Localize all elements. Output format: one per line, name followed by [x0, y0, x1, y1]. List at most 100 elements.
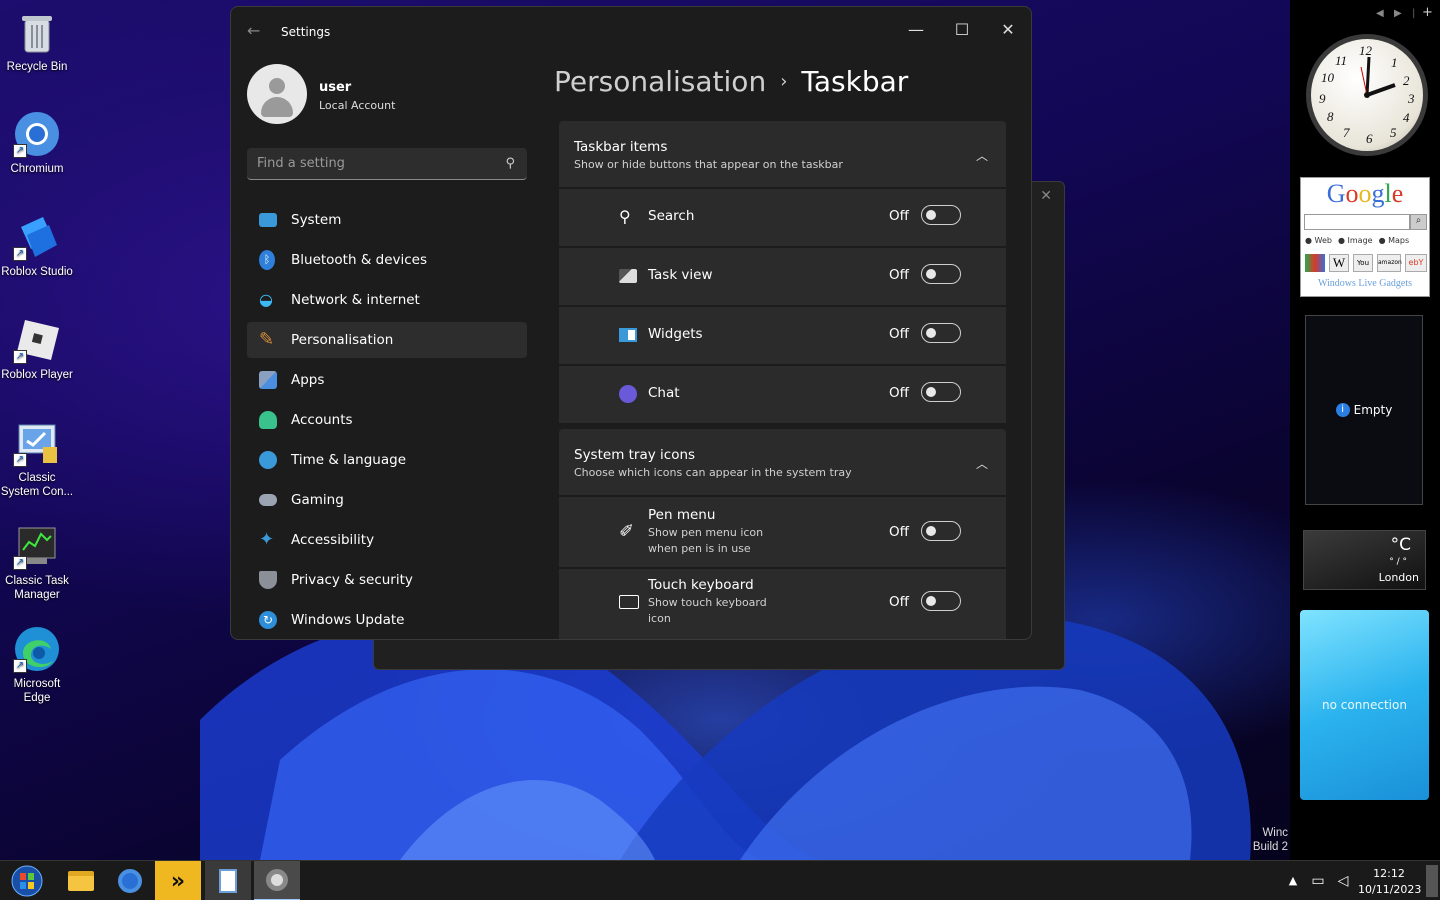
- start-button[interactable]: [4, 861, 50, 900]
- clock-gadget[interactable]: 12 1 2 3 4 5 6 7 8 9 10 11: [1306, 34, 1428, 156]
- brush-icon: ✎: [259, 329, 275, 350]
- close-icon[interactable]: ✕: [1040, 188, 1052, 204]
- breadcrumb-parent[interactable]: Personalisation: [554, 65, 766, 98]
- desktop-icon-roblox-player[interactable]: ↗ Roblox Player: [0, 316, 74, 382]
- search-toggle[interactable]: [921, 205, 961, 225]
- setting-row-task-view: Task view Off: [559, 248, 1006, 305]
- settings-taskbar-button[interactable]: [254, 861, 300, 900]
- desktop-icon-classic-system-control[interactable]: ↗ Classic System Con...: [0, 419, 74, 499]
- close-button[interactable]: ✕: [990, 15, 1026, 45]
- system-tray-header[interactable]: System tray icons Choose which icons can…: [559, 429, 1006, 495]
- setting-label: Widgets: [648, 326, 703, 342]
- sidebar-item-label: Privacy & security: [291, 572, 413, 588]
- setting-row-search: ⚲ Search Off: [559, 189, 1006, 246]
- app-taskbar-button[interactable]: »: [155, 861, 201, 900]
- control-panel-icon: ↗: [13, 419, 61, 467]
- minimize-button[interactable]: —: [898, 15, 934, 45]
- setting-label: Pen menu: [648, 507, 716, 523]
- taskbar-time: 12:12: [1373, 867, 1405, 880]
- system-tray-icons-section: System tray icons Choose which icons can…: [559, 429, 1006, 639]
- desktop-icon-label: Roblox Player: [1, 369, 73, 381]
- gadget-footer[interactable]: Windows Live Gadgets: [1301, 278, 1429, 289]
- arrow-app-icon: »: [170, 868, 186, 894]
- next-page-icon[interactable]: ▶: [1394, 8, 1402, 19]
- task-view-toggle[interactable]: [921, 264, 961, 284]
- sidebar-item-network[interactable]: ◒ Network & internet: [247, 282, 527, 318]
- sidebar-item-accounts[interactable]: Accounts: [247, 402, 527, 438]
- chat-toggle[interactable]: [921, 382, 961, 402]
- desktop-icon-microsoft-edge[interactable]: ↗ Microsoft Edge: [0, 625, 74, 705]
- ebay-icon[interactable]: ebY: [1405, 254, 1427, 272]
- pen-menu-toggle[interactable]: [921, 521, 961, 541]
- windows-build-watermark: Winc Build 2: [1253, 826, 1288, 854]
- volume-icon[interactable]: ◁: [1332, 861, 1354, 900]
- shortcut-arrow-icon: ↗: [13, 144, 27, 158]
- site-shortcut[interactable]: [1305, 254, 1325, 272]
- add-gadget-icon[interactable]: +: [1422, 5, 1433, 20]
- desktop-icon-roblox-studio[interactable]: ↗ Roblox Studio: [0, 213, 74, 279]
- search-input[interactable]: Find a setting ⚲: [247, 148, 527, 180]
- search-option-image[interactable]: ● Image: [1338, 236, 1373, 245]
- keyboard-icon: [619, 595, 639, 609]
- search-option-maps[interactable]: ● Maps: [1379, 236, 1410, 245]
- weather-gadget[interactable]: °C ° / ° London: [1303, 530, 1426, 590]
- chromium-icon: ↗: [13, 110, 61, 158]
- windows-orb-icon: [11, 865, 43, 897]
- sidebar-item-apps[interactable]: Apps: [247, 362, 527, 398]
- desktop-icon-label: Classic Task Manager: [5, 575, 69, 601]
- sidebar-item-label: Network & internet: [291, 292, 420, 308]
- sidebar-item-windows-update[interactable]: ↻ Windows Update: [247, 602, 527, 638]
- clock-area[interactable]: 12:12 10/11/2023: [1358, 861, 1421, 900]
- previous-page-icon[interactable]: ◀: [1376, 8, 1384, 19]
- sidebar-item-gaming[interactable]: Gaming: [247, 482, 527, 518]
- maximize-button[interactable]: ☐: [944, 15, 980, 45]
- notepad-taskbar-button[interactable]: [205, 861, 251, 900]
- update-icon: ↻: [259, 611, 277, 629]
- taskbar-items-header[interactable]: Taskbar items Show or hide buttons that …: [559, 121, 1006, 187]
- desktop-icon-recycle-bin[interactable]: Recycle Bin: [0, 8, 74, 74]
- task-view-icon: [619, 269, 637, 283]
- sidebar-item-system[interactable]: System: [247, 202, 527, 238]
- youtube-icon[interactable]: You: [1353, 254, 1373, 272]
- monitor-icon: [259, 213, 277, 227]
- desktop-icon-classic-task-manager[interactable]: ↗ Classic Task Manager: [0, 522, 74, 602]
- network-icon[interactable]: ▭: [1306, 861, 1330, 900]
- setting-description: Show pen menu icon when pen is in use: [648, 526, 764, 555]
- weather-city: London: [1378, 571, 1419, 584]
- google-search-input[interactable]: [1304, 214, 1410, 230]
- sidebar-item-bluetooth[interactable]: ᛒ Bluetooth & devices: [247, 242, 527, 278]
- amazon-icon[interactable]: amazon: [1377, 254, 1402, 272]
- title-bar[interactable]: ← Settings — ☐ ✕: [231, 7, 1031, 55]
- window-title: Settings: [281, 25, 331, 39]
- wikipedia-icon[interactable]: W: [1329, 254, 1349, 272]
- file-explorer-button[interactable]: [58, 861, 104, 900]
- touch-keyboard-toggle[interactable]: [921, 591, 961, 611]
- avatar[interactable]: [247, 64, 307, 124]
- desktop-icon-label: Chromium: [10, 163, 64, 175]
- toggle-state: Off: [889, 594, 909, 610]
- sidebar-item-accessibility[interactable]: ✦ Accessibility: [247, 522, 527, 558]
- weather-range: ° / °: [1389, 557, 1407, 567]
- search-option-web[interactable]: ● Web: [1305, 236, 1332, 245]
- chromium-taskbar-button[interactable]: [107, 861, 153, 900]
- sidebar-item-time-language[interactable]: Time & language: [247, 442, 527, 478]
- show-hidden-icons-button[interactable]: ▲: [1284, 861, 1302, 900]
- show-desktop-button[interactable]: [1426, 865, 1438, 897]
- globe-clock-icon: [259, 451, 277, 469]
- back-arrow-icon[interactable]: ←: [247, 21, 260, 40]
- chevron-up-icon[interactable]: ︿: [976, 455, 988, 472]
- search-icon: ⚲: [505, 156, 515, 171]
- shortcut-arrow-icon: ↗: [13, 556, 27, 570]
- sidebar-item-privacy-security[interactable]: Privacy & security: [247, 562, 527, 598]
- toggle-state: Off: [889, 208, 909, 224]
- taskbar-items-section: Taskbar items Show or hide buttons that …: [559, 121, 1006, 424]
- setting-label: Search: [648, 208, 695, 224]
- sidebar-item-personalisation[interactable]: ✎ Personalisation: [247, 322, 527, 358]
- google-search-button[interactable]: ⌕: [1410, 214, 1427, 230]
- chevron-up-icon[interactable]: ︿: [976, 147, 988, 164]
- wifi-icon: ◒: [259, 290, 273, 309]
- desktop-icon-chromium[interactable]: ↗ Chromium: [0, 110, 74, 176]
- widgets-toggle[interactable]: [921, 323, 961, 343]
- gamepad-icon: [259, 494, 277, 506]
- divider: |: [1412, 8, 1416, 19]
